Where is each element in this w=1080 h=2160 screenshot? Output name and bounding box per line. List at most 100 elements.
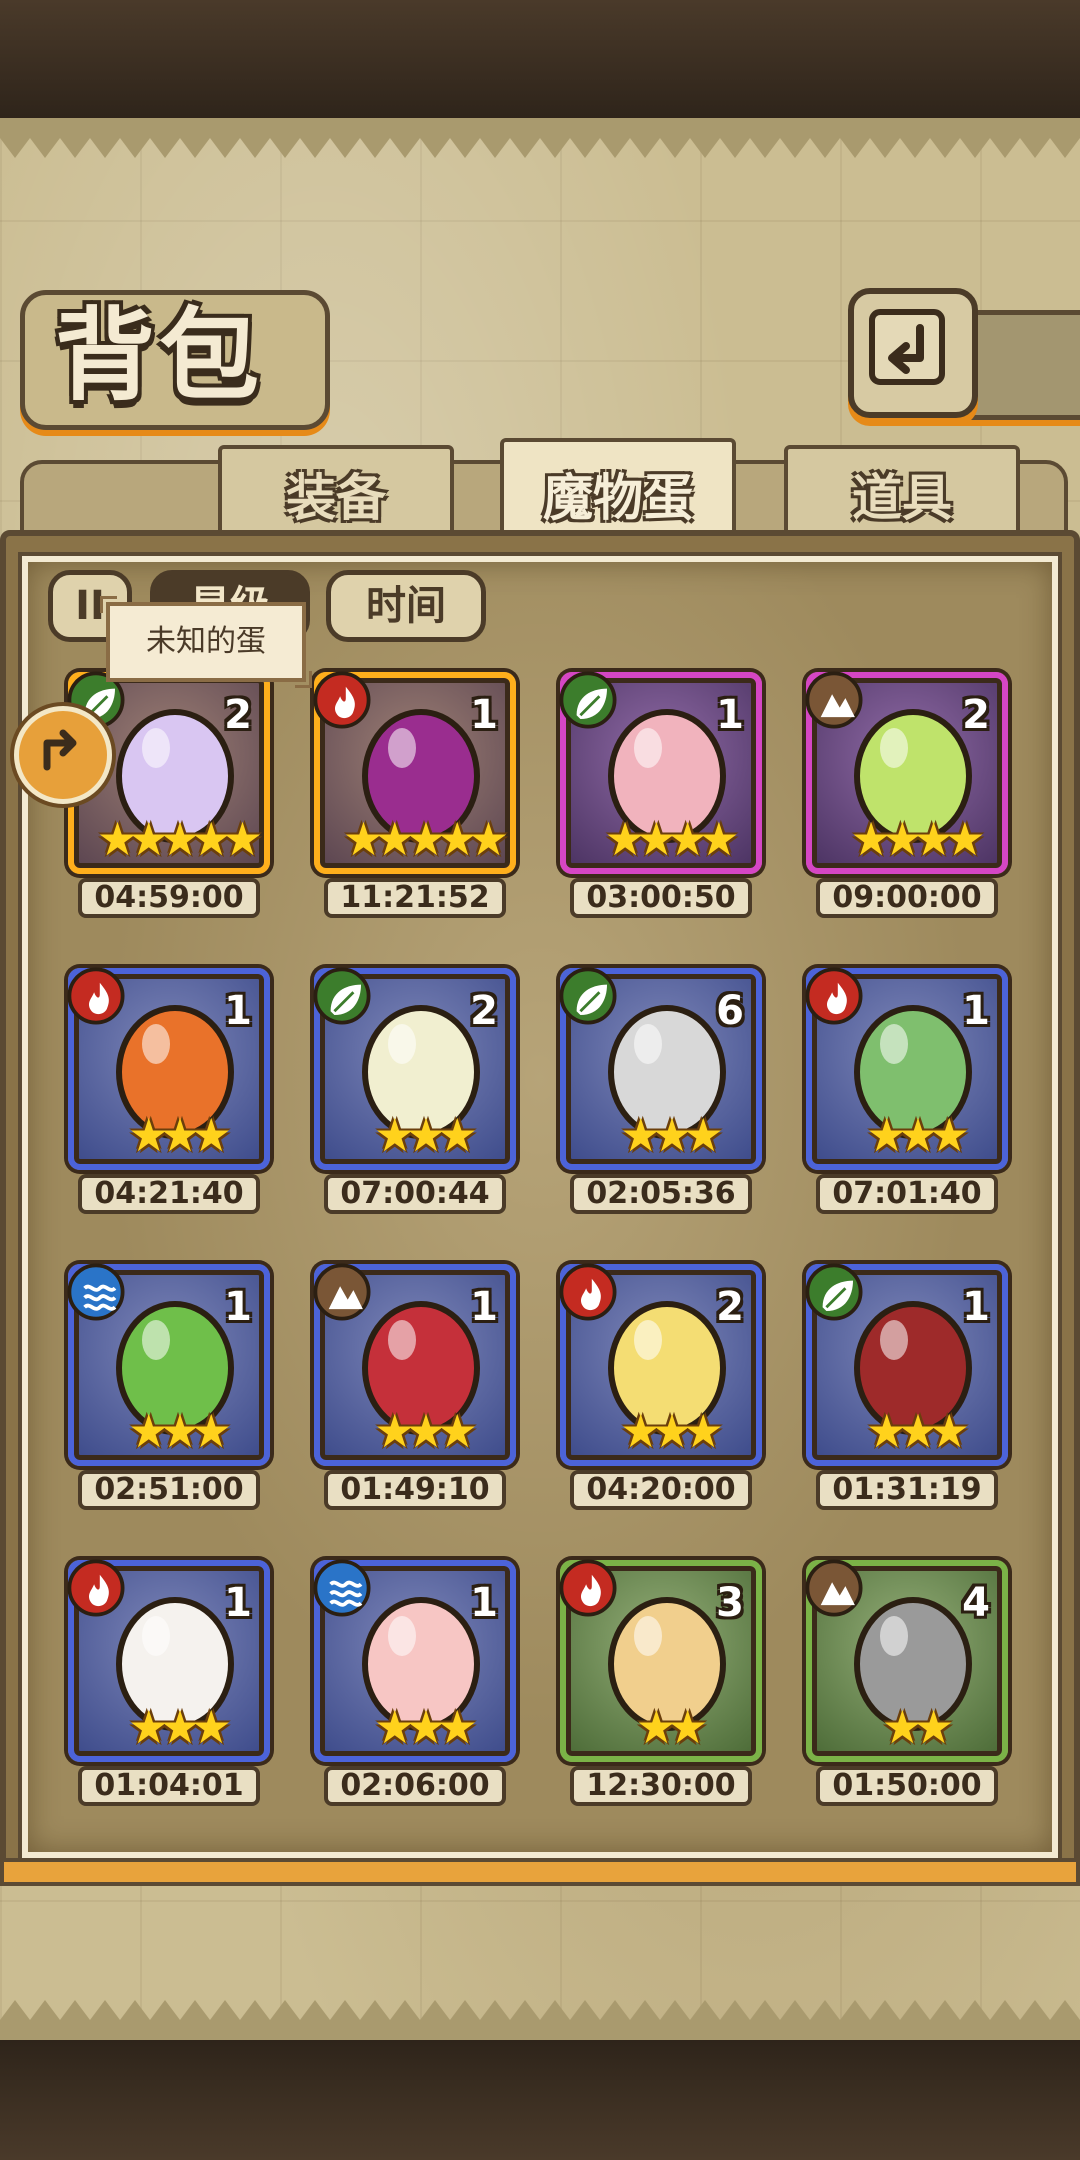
page-title: 背包 bbox=[55, 296, 263, 414]
egg-count: 1 bbox=[224, 1580, 252, 1626]
egg-card[interactable]: 1 ★★★ bbox=[67, 1559, 270, 1762]
egg-star-rating: ★★★★★ bbox=[96, 812, 263, 866]
egg-slot[interactable]: 4 ★★ 01:50:00 bbox=[805, 1559, 1012, 1812]
egg-count: 1 bbox=[224, 1284, 252, 1330]
nature-element-icon bbox=[805, 1263, 863, 1321]
top-band bbox=[0, 0, 1080, 120]
egg-slot[interactable]: 1 ★★★★★ 11:21:52 bbox=[313, 671, 520, 924]
hatch-timer: 02:05:36 bbox=[570, 1174, 752, 1214]
hatch-timer: 01:49:10 bbox=[324, 1470, 506, 1510]
egg-count: 4 bbox=[962, 1580, 990, 1626]
egg-card[interactable]: 2 ★★★ bbox=[559, 1263, 762, 1466]
hatch-timer: 04:21:40 bbox=[78, 1174, 260, 1214]
bottom-band bbox=[0, 2040, 1080, 2160]
egg-count: 1 bbox=[470, 1284, 498, 1330]
water-element-icon bbox=[67, 1263, 125, 1321]
egg-card[interactable]: 1 ★★★ bbox=[67, 967, 270, 1170]
egg-card[interactable]: 2 ★★★★ bbox=[805, 671, 1008, 874]
tooltip: 未知的蛋 bbox=[100, 596, 312, 688]
egg-star-rating: ★★★ bbox=[374, 1108, 478, 1162]
tab-equipment-label: 装备 bbox=[286, 468, 386, 527]
egg-slot[interactable]: 1 ★★★ 02:51:00 bbox=[67, 1263, 274, 1516]
hatch-timer: 03:00:50 bbox=[570, 878, 752, 918]
egg-slot[interactable]: 6 ★★★ 02:05:36 bbox=[559, 967, 766, 1220]
egg-star-rating: ★★★ bbox=[374, 1700, 478, 1754]
hatch-timer: 12:30:00 bbox=[570, 1766, 752, 1806]
egg-count: 3 bbox=[716, 1580, 744, 1626]
back-button[interactable] bbox=[848, 288, 978, 418]
hatch-timer: 02:06:00 bbox=[324, 1766, 506, 1806]
egg-card[interactable]: 1 ★★★ bbox=[805, 1263, 1008, 1466]
collapse-side-button[interactable] bbox=[14, 706, 112, 804]
fire-element-icon bbox=[67, 967, 125, 1025]
egg-card[interactable]: 3 ★★ bbox=[559, 1559, 762, 1762]
torn-edge-bottom bbox=[0, 2000, 1080, 2040]
egg-slot[interactable]: 2 ★★★★★ 04:59:00 bbox=[67, 671, 274, 924]
egg-slot[interactable]: 1 ★★★ 01:31:19 bbox=[805, 1263, 1012, 1516]
fire-element-icon bbox=[313, 671, 371, 729]
fire-element-icon bbox=[559, 1559, 617, 1617]
hatch-timer: 02:51:00 bbox=[78, 1470, 260, 1510]
egg-star-rating: ★★★ bbox=[866, 1404, 970, 1458]
egg-slot[interactable]: 2 ★★★★ 09:00:00 bbox=[805, 671, 1012, 924]
egg-count: 6 bbox=[716, 988, 744, 1034]
egg-star-rating: ★★★ bbox=[620, 1404, 724, 1458]
egg-card[interactable]: 1 ★★★ bbox=[67, 1263, 270, 1466]
panel-bottom-trim bbox=[0, 1858, 1080, 1886]
hatch-timer: 11:21:52 bbox=[324, 878, 506, 918]
egg-star-rating: ★★★ bbox=[620, 1108, 724, 1162]
torn-edge-top bbox=[0, 118, 1080, 158]
egg-card[interactable]: 1 ★★★ bbox=[805, 967, 1008, 1170]
hatch-timer: 04:20:00 bbox=[570, 1470, 752, 1510]
fire-element-icon bbox=[805, 967, 863, 1025]
egg-card[interactable]: 1 ★★★★ bbox=[559, 671, 762, 874]
egg-slot[interactable]: 2 ★★★ 07:00:44 bbox=[313, 967, 520, 1220]
sort-by-time-button[interactable]: 时间 bbox=[326, 570, 486, 642]
egg-slot[interactable]: 1 ★★★ 02:06:00 bbox=[313, 1559, 520, 1812]
egg-card[interactable]: 1 ★★★★★ bbox=[313, 671, 516, 874]
egg-count: 2 bbox=[962, 692, 990, 738]
tooltip-text: 未知的蛋 bbox=[146, 624, 266, 659]
earth-element-icon bbox=[313, 1263, 371, 1321]
water-element-icon bbox=[313, 1559, 371, 1617]
return-arrow-icon bbox=[869, 309, 945, 385]
hatch-timer: 01:04:01 bbox=[78, 1766, 260, 1806]
arrow-icon bbox=[43, 729, 77, 771]
egg-slot[interactable]: 1 ★★★ 01:04:01 bbox=[67, 1559, 274, 1812]
egg-count: 1 bbox=[224, 988, 252, 1034]
egg-card[interactable]: 1 ★★★ bbox=[313, 1263, 516, 1466]
nature-element-icon bbox=[559, 967, 617, 1025]
hatch-timer: 01:31:19 bbox=[816, 1470, 998, 1510]
egg-star-rating: ★★★★ bbox=[604, 812, 740, 866]
egg-star-rating: ★★★ bbox=[128, 1404, 232, 1458]
earth-element-icon bbox=[805, 671, 863, 729]
egg-count: 2 bbox=[224, 692, 252, 738]
egg-count: 2 bbox=[716, 1284, 744, 1330]
egg-count: 1 bbox=[470, 1580, 498, 1626]
sort-by-time-label: 时间 bbox=[366, 583, 446, 629]
egg-card[interactable]: 1 ★★★ bbox=[313, 1559, 516, 1762]
egg-count: 1 bbox=[716, 692, 744, 738]
fire-element-icon bbox=[67, 1559, 125, 1617]
hatch-timer: 07:01:40 bbox=[816, 1174, 998, 1214]
egg-slot[interactable]: 1 ★★★ 01:49:10 bbox=[313, 1263, 520, 1516]
egg-slot[interactable]: 1 ★★★ 07:01:40 bbox=[805, 967, 1012, 1220]
egg-slot[interactable]: 2 ★★★ 04:20:00 bbox=[559, 1263, 766, 1516]
egg-star-rating: ★★★ bbox=[866, 1108, 970, 1162]
egg-star-rating: ★★★ bbox=[128, 1700, 232, 1754]
egg-star-rating: ★★★ bbox=[128, 1108, 232, 1162]
egg-count: 1 bbox=[962, 1284, 990, 1330]
egg-slot[interactable]: 1 ★★★ 04:21:40 bbox=[67, 967, 274, 1220]
earth-element-icon bbox=[805, 1559, 863, 1617]
egg-star-rating: ★★★★★ bbox=[342, 812, 509, 866]
egg-card[interactable]: 6 ★★★ bbox=[559, 967, 762, 1170]
egg-slot[interactable]: 1 ★★★★ 03:00:50 bbox=[559, 671, 766, 924]
egg-count: 1 bbox=[470, 692, 498, 738]
hatch-timer: 09:00:00 bbox=[816, 878, 998, 918]
egg-card[interactable]: 2 ★★★ bbox=[313, 967, 516, 1170]
egg-card[interactable]: 4 ★★ bbox=[805, 1559, 1008, 1762]
hatch-timer: 01:50:00 bbox=[816, 1766, 998, 1806]
tab-monster-eggs-label: 魔物蛋 bbox=[543, 468, 693, 527]
egg-star-rating: ★★ bbox=[881, 1700, 954, 1754]
egg-slot[interactable]: 3 ★★ 12:30:00 bbox=[559, 1559, 766, 1812]
